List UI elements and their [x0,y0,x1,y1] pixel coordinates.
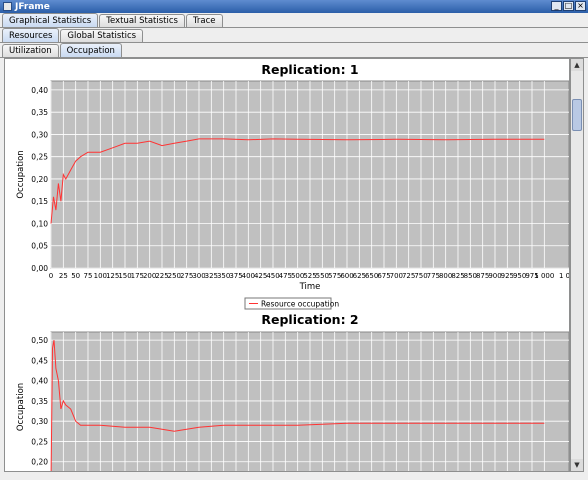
y-tick-label: 0,35 [31,108,48,117]
x-tick-label: 1 050 [559,272,570,280]
y-tick-label: 0,45 [31,356,48,365]
x-tick-label: 25 [59,272,68,280]
y-tick-label: 0,35 [31,397,48,406]
y-tick-label: 0,30 [31,130,48,139]
y-tick-label: 0,25 [31,437,48,446]
x-tick-label: 1 000 [534,272,554,280]
x-tick-label: 75 [84,272,93,280]
tab-resources[interactable]: Resources [2,28,60,42]
scroll-down-icon[interactable]: ▼ [571,459,583,471]
x-tick-label: 50 [71,272,80,280]
minimize-icon[interactable]: _ [551,1,562,11]
x-tick-label: 0 [49,272,53,280]
scroll-thumb[interactable] [572,99,582,131]
y-tick-label: 0,15 [31,197,48,206]
close-icon[interactable]: × [575,1,586,11]
y-tick-label: 0,20 [31,175,48,184]
maximize-icon[interactable]: □ [563,1,574,11]
y-tick-label: 0,05 [31,242,48,251]
y-tick-label: 0,30 [31,417,48,426]
tab-textual-statistics[interactable]: Textual Statistics [99,14,185,27]
tab-utilization[interactable]: Utilization [2,44,59,57]
tab-trace[interactable]: Trace [185,14,223,27]
chart-title: Replication: 1 [261,62,358,77]
legend-label: Resource occupation [261,300,339,309]
java-icon [3,2,12,11]
tab-occupation[interactable]: Occupation [59,43,122,57]
y-tick-label: 0,00 [31,264,48,273]
tab-graphical-statistics[interactable]: Graphical Statistics [2,13,99,27]
y-tick-label: 0,25 [31,153,48,162]
main-tab-bar: Graphical Statistics Textual Statistics … [0,13,588,28]
y-tick-label: 0,20 [31,458,48,467]
y-axis-label: Occupation [16,383,26,431]
y-axis-label: Occupation [16,150,26,198]
vertical-scrollbar[interactable]: ▲ ▼ [570,58,584,472]
sub-tab-bar: Resources Global Statistics [0,28,588,43]
metric-tab-bar: Utilization Occupation [0,43,588,58]
window-titlebar: JFrame _ □ × [0,0,588,13]
charts-svg: Replication: 1 0,00 0,05 0,10 0,15 0,20 0,25 0,… [16,62,570,471]
x-axis-label: Time [299,282,321,292]
y-tick-label: 0,50 [31,336,48,345]
y-tick-label: 0,40 [31,377,48,386]
y-tick-label: 0,40 [31,86,48,95]
y-tick-label: 0,10 [31,219,48,228]
chart-panel: Replication: 1 0,00 0,05 0,10 0,15 0,20 0,25 0,… [4,58,570,472]
scroll-up-icon[interactable]: ▲ [571,59,583,71]
chart-title: Replication: 2 [261,312,358,327]
tab-global-statistics[interactable]: Global Statistics [60,29,144,42]
window-title: JFrame [15,1,50,12]
